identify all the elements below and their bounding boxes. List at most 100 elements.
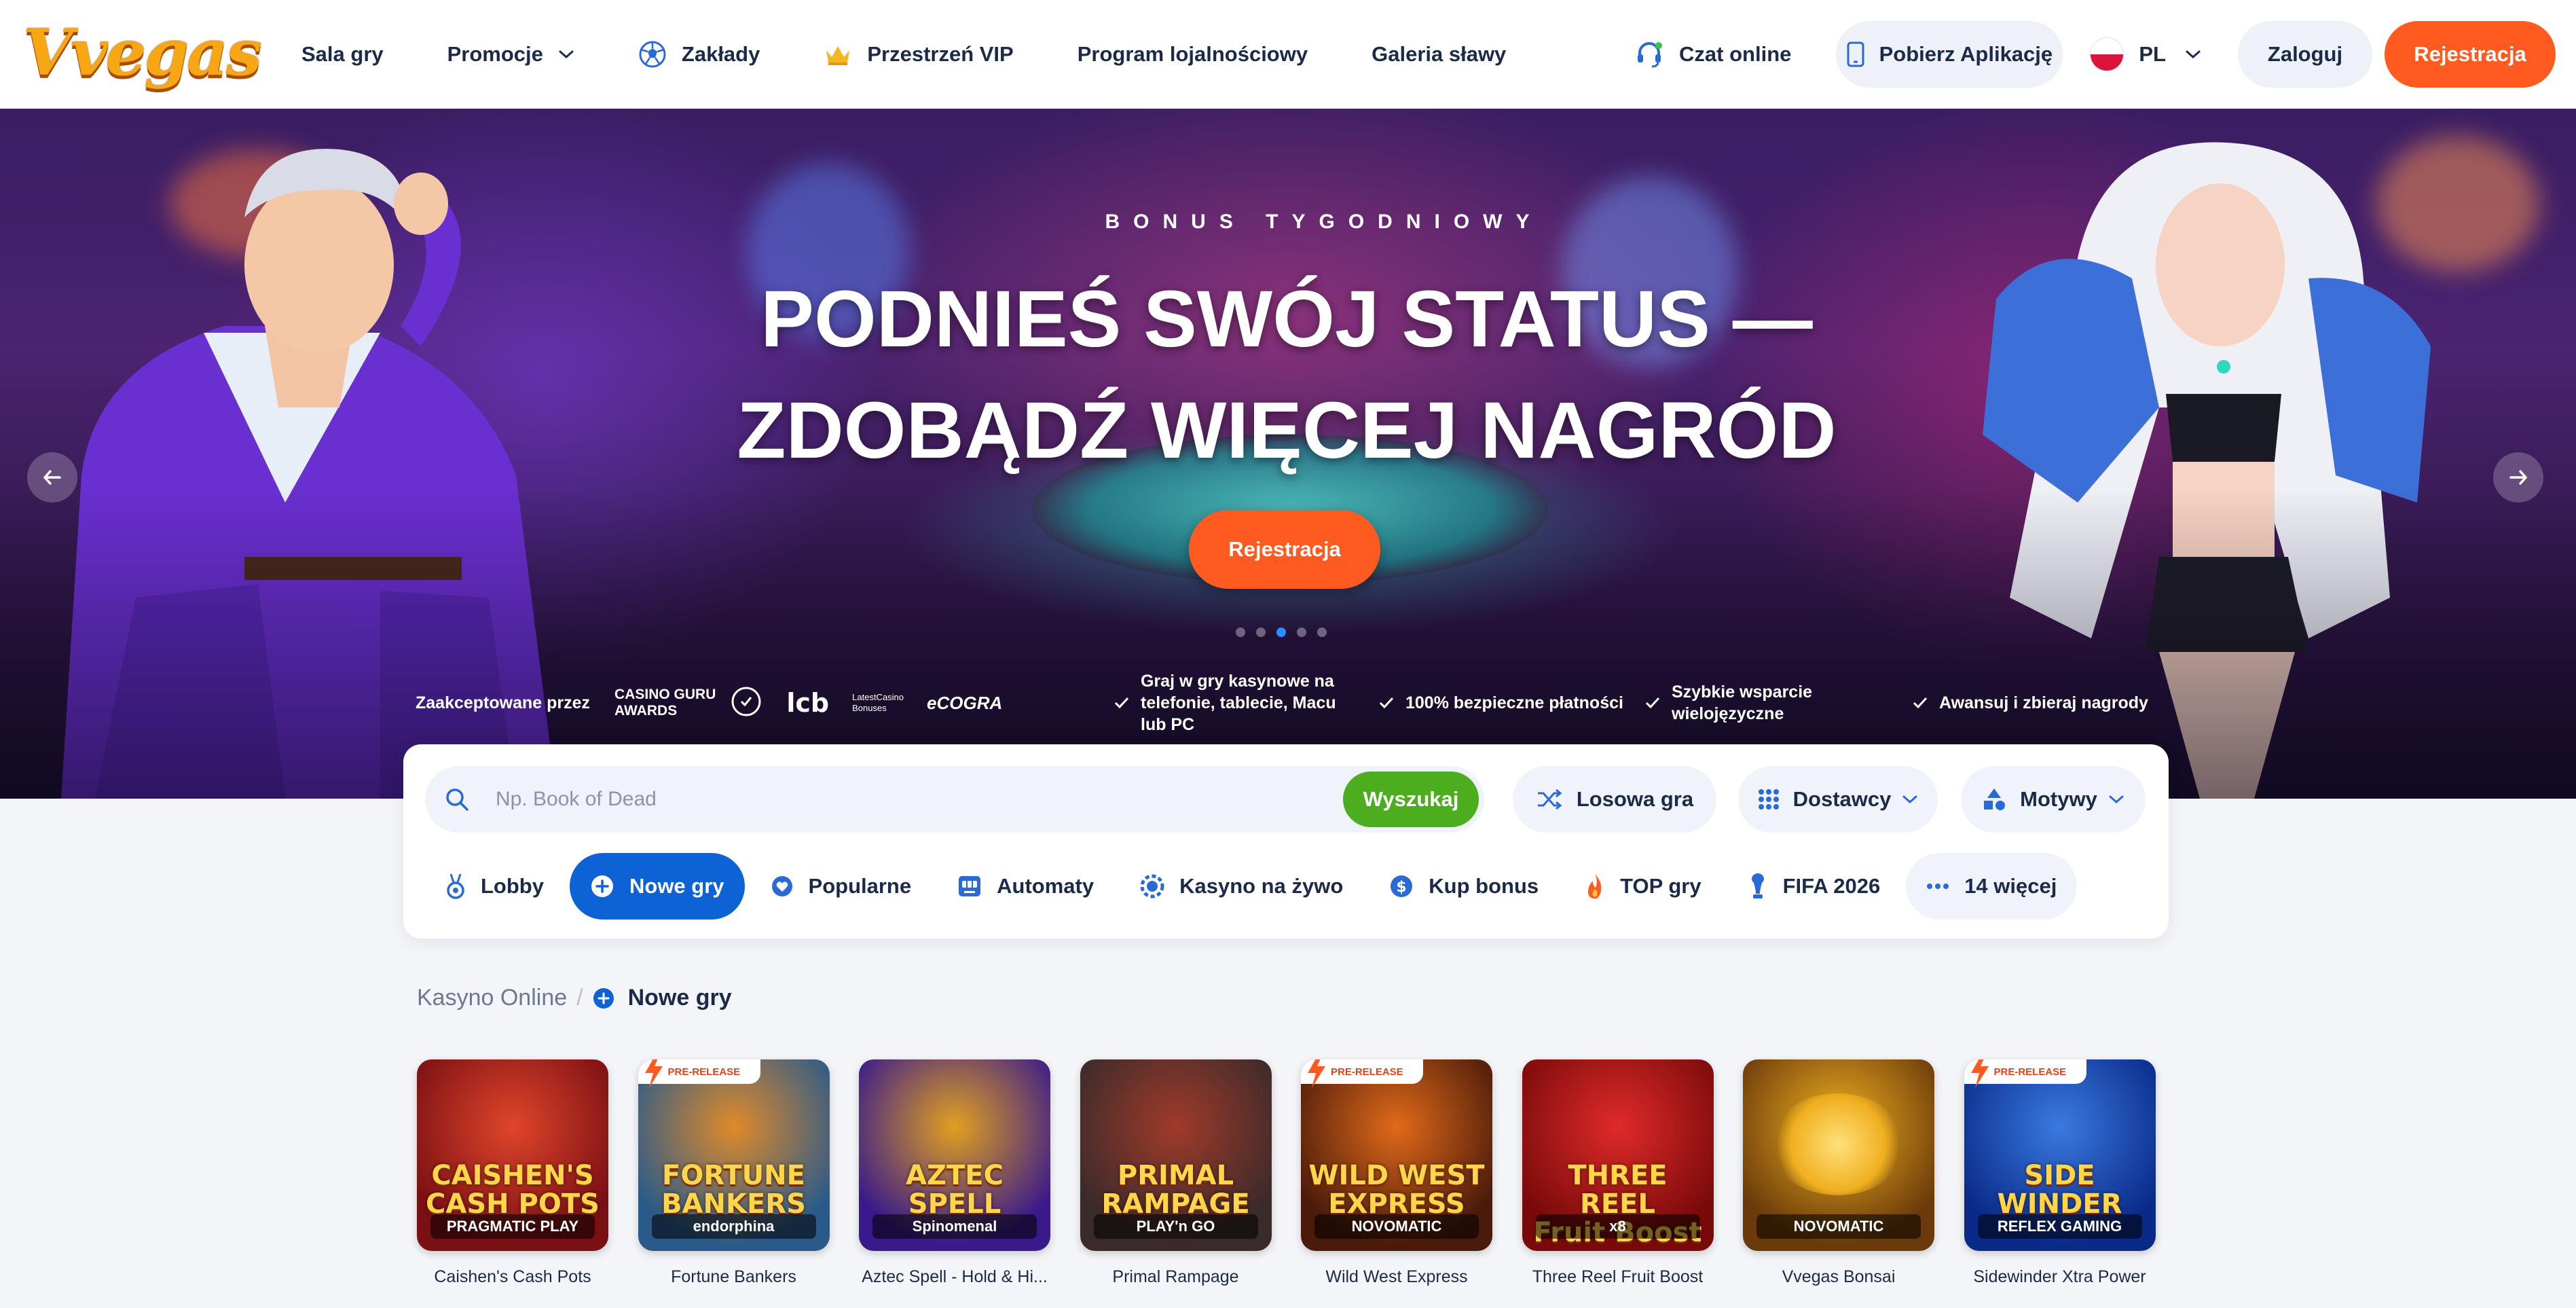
tab-label: TOP gry xyxy=(1620,874,1701,898)
game-provider-logo: PLAY'n GO xyxy=(1093,1214,1258,1239)
providers-dropdown[interactable]: Dostawcy xyxy=(1738,766,1938,833)
game-thumbnail[interactable]: PRIMAL RAMPAGE PLAY'n GO xyxy=(1080,1059,1272,1251)
themes-dropdown[interactable]: Motywy xyxy=(1961,766,2146,833)
feature-text: Szybkie wsparcie wielojęzyczne xyxy=(1672,683,1813,723)
game-card[interactable]: CAISHEN'S CASH POTS PRAGMATIC PLAY Caishen… xyxy=(417,1059,608,1287)
providers-label: Dostawcy xyxy=(1792,787,1892,811)
game-provider-logo: x8 xyxy=(1535,1214,1700,1239)
game-thumbnail[interactable]: PRE-RELEASE WILD WEST EXPRESS NOVOMATIC xyxy=(1301,1059,1492,1251)
tab-automaty[interactable]: Automaty xyxy=(937,853,1114,920)
game-card[interactable]: PRE-RELEASE SIDE WINDER REFLEX GAMING Sidew… xyxy=(1964,1059,2156,1287)
tab-lobby[interactable]: Lobby xyxy=(425,853,564,920)
plus-circle-icon xyxy=(590,874,614,898)
game-card[interactable]: PRE-RELEASE WILD WEST EXPRESS NOVOMATIC Wil… xyxy=(1301,1059,1492,1287)
game-provider-logo: PRAGMATIC PLAY xyxy=(430,1214,595,1239)
check-icon xyxy=(1378,696,1395,710)
hero-title-line: ZDOBĄDŹ WIĘCEJ NAGRÓD xyxy=(737,386,1837,475)
login-button[interactable]: Zaloguj xyxy=(2238,21,2372,88)
tab-label: Kup bonus xyxy=(1429,874,1539,898)
tab-more[interactable]: 14 więcej xyxy=(1906,853,2078,920)
slide-dot[interactable] xyxy=(1236,628,1245,637)
check-icon xyxy=(1114,696,1130,710)
nav-label: Galeria sławy xyxy=(1372,42,1507,66)
hero-title-line: PODNIEŚ SWÓJ STATUS — xyxy=(760,274,1813,364)
gold-coins-art xyxy=(1770,1093,1906,1195)
nav-label: Promocje xyxy=(447,42,543,66)
nav-loyalty[interactable]: Program lojalnościowy xyxy=(1078,42,1308,67)
tab-popularne[interactable]: Popularne xyxy=(750,853,932,920)
hero-register-button[interactable]: Rejestracja xyxy=(1189,510,1380,589)
tab-kasyno-na-zywo[interactable]: Kasyno na żywo xyxy=(1120,853,1363,920)
chevron-down-icon xyxy=(558,49,574,60)
slide-dot[interactable] xyxy=(1297,628,1306,637)
game-provider-logo: REFLEX GAMING xyxy=(1977,1214,2142,1239)
pre-release-badge: PRE-RELEASE xyxy=(1964,1059,2086,1088)
game-thumbnail[interactable]: PRE-RELEASE FORTUNE BANKERS endorphina xyxy=(638,1059,830,1251)
game-card[interactable]: AZTEC SPELL Spinomenal Aztec Spell - Hold … xyxy=(859,1059,1050,1287)
games-grid: CAISHEN'S CASH POTS PRAGMATIC PLAY Caishen… xyxy=(417,1059,2185,1287)
award-icon xyxy=(729,685,763,722)
poland-flag-icon xyxy=(2090,37,2124,71)
game-thumbnail[interactable]: PRE-RELEASE SIDE WINDER REFLEX GAMING xyxy=(1964,1059,2156,1251)
game-thumbnail[interactable]: NOVOMATIC xyxy=(1743,1059,1934,1251)
lightning-icon xyxy=(644,1059,663,1088)
feature-text: Awansuj i zbieraj nagrody xyxy=(1939,693,2148,712)
random-game-button[interactable]: Losowa gra xyxy=(1513,766,1716,833)
lcb-badge: lcb xyxy=(786,688,830,718)
check-icon xyxy=(1912,696,1928,710)
pre-release-label: PRE-RELEASE xyxy=(667,1066,741,1078)
nav-label: Sala gry xyxy=(301,42,384,66)
feature-text: 100% bezpieczne płatności xyxy=(1405,693,1623,712)
latest-casino-bonuses-badge: LatestCasino Bonuses xyxy=(852,692,904,713)
chip-icon xyxy=(1140,874,1164,898)
search-input[interactable] xyxy=(494,787,1343,812)
pre-release-label: PRE-RELEASE xyxy=(1993,1066,2067,1078)
game-card[interactable]: PRE-RELEASE FORTUNE BANKERS endorphina Fort… xyxy=(638,1059,830,1287)
game-art-title: SIDE WINDER xyxy=(1997,1160,2122,1220)
chevron-down-icon xyxy=(2108,794,2124,805)
chat-label: Czat online xyxy=(1679,42,1792,66)
nav-vip[interactable]: Przestrzeń VIP xyxy=(824,42,1014,67)
register-button[interactable]: Rejestracja xyxy=(2385,21,2556,88)
game-card[interactable]: NOVOMATIC Vvegas Bonsai xyxy=(1743,1059,1934,1287)
fire-icon xyxy=(1585,873,1605,900)
vvegas-logo[interactable]: Vvegas xyxy=(23,15,262,91)
game-thumbnail[interactable]: AZTEC SPELL Spinomenal xyxy=(859,1059,1050,1251)
nav-sala-gry[interactable]: Sala gry xyxy=(301,42,384,67)
download-app-button[interactable]: Pobierz Aplikację xyxy=(1836,21,2063,88)
game-card[interactable]: PRIMAL RAMPAGE PLAY'n GO Primal Rampage xyxy=(1080,1059,1272,1287)
phone-icon xyxy=(1847,41,1864,67)
grid-icon xyxy=(1758,788,1780,810)
slide-dot[interactable] xyxy=(1256,628,1266,637)
game-provider-logo: Spinomenal xyxy=(872,1214,1037,1239)
slide-dot-active[interactable] xyxy=(1276,628,1286,637)
random-game-label: Losowa gra xyxy=(1576,787,1694,811)
next-slide-button[interactable] xyxy=(2493,452,2543,503)
ecogra-badge: eCOGRA xyxy=(927,692,1003,713)
chevron-down-icon xyxy=(1902,794,1918,805)
feature-text: Graj w gry kasynowe na telefonie, tablec… xyxy=(1141,672,1336,734)
slide-dot[interactable] xyxy=(1317,628,1327,637)
nav-promocje[interactable]: Promocje xyxy=(447,42,574,67)
tab-nowe-gry[interactable]: Nowe gry xyxy=(570,853,745,920)
feature-item: Awansuj i zbieraj nagrody xyxy=(1912,666,2170,740)
game-art-title: CAISHEN'S CASH POTS xyxy=(426,1160,600,1220)
tab-kup-bonus[interactable]: $ Kup bonus xyxy=(1369,853,1559,920)
app-label: Pobierz Aplikację xyxy=(1879,42,2053,66)
tab-top-gry[interactable]: TOP gry xyxy=(1564,853,1721,920)
plus-circle-icon xyxy=(593,987,614,1009)
game-card[interactable]: THREE REEL Fruit Boostx8 Three Reel Fruit… xyxy=(1522,1059,1714,1287)
nav-hall-of-fame[interactable]: Galeria sławy xyxy=(1372,42,1506,67)
language-selector[interactable]: PL xyxy=(2090,37,2201,71)
breadcrumb-home-link[interactable]: Kasyno Online xyxy=(417,985,567,1011)
nav-label: Zakłady xyxy=(681,42,760,66)
tab-label: Popularne xyxy=(808,874,912,898)
nav-zaklady[interactable]: Zakłady xyxy=(638,40,760,69)
chat-online-link[interactable]: Czat online xyxy=(1634,39,1791,69)
search-bar: Wyszukaj xyxy=(425,766,1484,833)
prev-slide-button[interactable] xyxy=(27,452,77,503)
game-thumbnail[interactable]: THREE REEL Fruit Boostx8 xyxy=(1522,1059,1714,1251)
game-thumbnail[interactable]: CAISHEN'S CASH POTS PRAGMATIC PLAY xyxy=(417,1059,608,1251)
search-button[interactable]: Wyszukaj xyxy=(1343,771,1479,827)
tab-fifa-2026[interactable]: FIFA 2026 xyxy=(1727,853,1901,920)
